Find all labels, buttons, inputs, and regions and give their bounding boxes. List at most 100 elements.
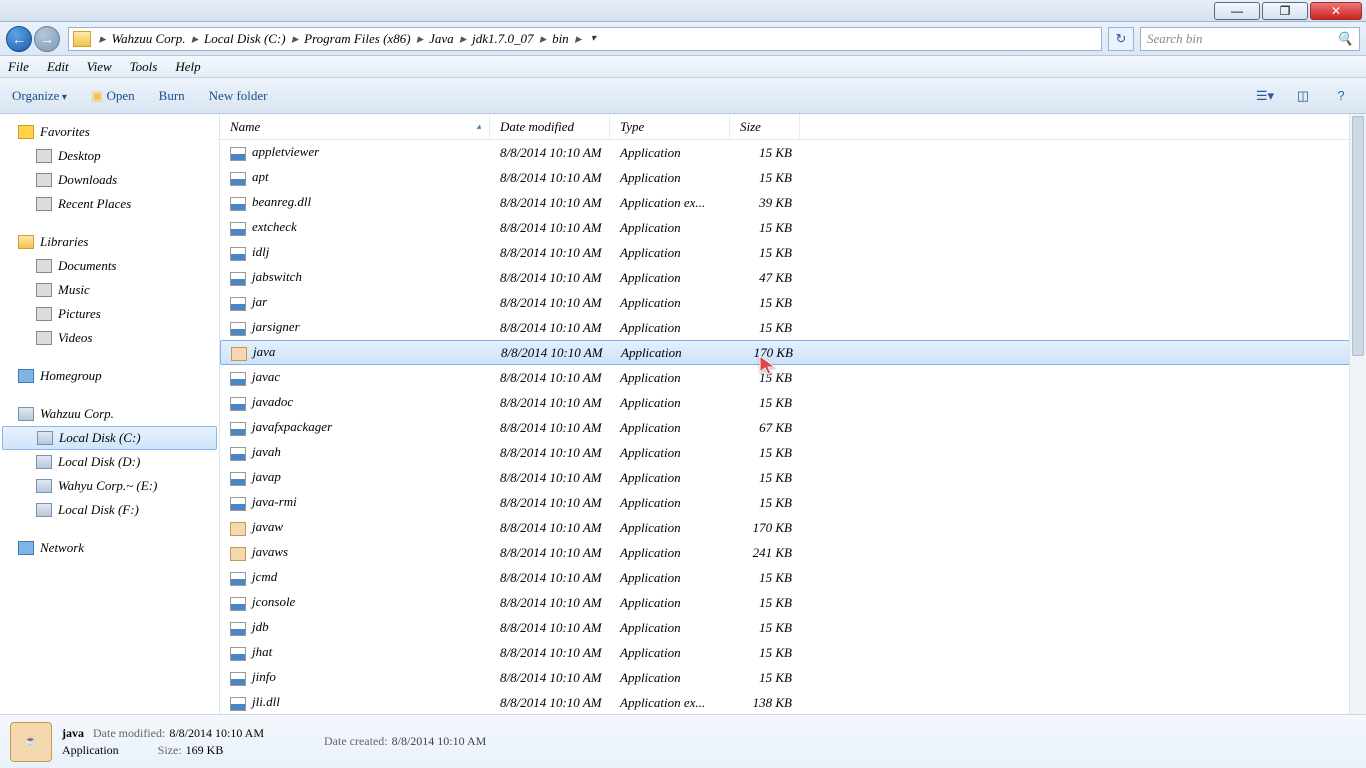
scrollbar-thumb[interactable]: [1352, 116, 1364, 356]
file-date: 8/8/2014 10:10 AM: [490, 670, 610, 686]
chevron-right-icon[interactable]: ▸: [573, 31, 584, 46]
file-row[interactable]: javah8/8/2014 10:10 AMApplication15 KB: [220, 440, 1366, 465]
preview-pane-button[interactable]: ◫: [1290, 86, 1316, 106]
menu-edit[interactable]: Edit: [47, 59, 69, 75]
sidebar-item-drive-e[interactable]: Wahyu Corp.~ (E:): [0, 474, 219, 498]
new-folder-button[interactable]: New folder: [209, 88, 268, 104]
sidebar-item-drive-c[interactable]: Local Disk (C:): [2, 426, 217, 450]
breadcrumb-dropdown[interactable]: ▾: [583, 33, 603, 44]
sidebar-libraries[interactable]: Libraries: [0, 230, 219, 254]
file-date: 8/8/2014 10:10 AM: [490, 545, 610, 561]
close-button[interactable]: ✕: [1310, 2, 1362, 20]
file-row[interactable]: idlj8/8/2014 10:10 AMApplication15 KB: [220, 240, 1366, 265]
titlebar: — ❐ ✕: [0, 0, 1366, 22]
file-size: 138 KB: [730, 695, 800, 711]
file-icon: [230, 147, 246, 161]
help-button[interactable]: ?: [1328, 86, 1354, 106]
sidebar-homegroup[interactable]: Homegroup: [0, 364, 219, 388]
file-type: Application: [610, 495, 730, 511]
forward-button[interactable]: →: [34, 26, 60, 52]
scrollbar[interactable]: [1349, 114, 1366, 714]
sidebar-item-drive-f[interactable]: Local Disk (F:): [0, 498, 219, 522]
sidebar-item-documents[interactable]: Documents: [0, 254, 219, 278]
breadcrumb-segment[interactable]: jdk1.7.0_07: [468, 31, 537, 46]
back-button[interactable]: ←: [6, 26, 32, 52]
network-icon: [18, 541, 34, 555]
search-input[interactable]: Search bin 🔍: [1140, 27, 1360, 51]
file-row[interactable]: jconsole8/8/2014 10:10 AMApplication15 K…: [220, 590, 1366, 615]
sidebar-item-videos[interactable]: Videos: [0, 326, 219, 350]
sidebar-computer[interactable]: Wahzuu Corp.: [0, 402, 219, 426]
open-button[interactable]: ▣ Open: [91, 88, 135, 104]
organize-button[interactable]: Organize: [12, 88, 67, 104]
chevron-right-icon[interactable]: ▸: [189, 31, 200, 46]
file-row[interactable]: jli.dll8/8/2014 10:10 AMApplication ex..…: [220, 690, 1366, 714]
documents-icon: [36, 259, 52, 273]
view-options-button[interactable]: ☰▾: [1252, 86, 1278, 106]
file-row[interactable]: extcheck8/8/2014 10:10 AMApplication15 K…: [220, 215, 1366, 240]
file-row[interactable]: javafxpackager8/8/2014 10:10 AMApplicati…: [220, 415, 1366, 440]
sidebar-favorites[interactable]: Favorites: [0, 120, 219, 144]
file-row[interactable]: jar8/8/2014 10:10 AMApplication15 KB: [220, 290, 1366, 315]
file-row[interactable]: jarsigner8/8/2014 10:10 AMApplication15 …: [220, 315, 1366, 340]
file-icon: [230, 397, 246, 411]
file-row[interactable]: jdb8/8/2014 10:10 AMApplication15 KB: [220, 615, 1366, 640]
file-row[interactable]: java8/8/2014 10:10 AMApplication170 KB: [220, 340, 1366, 365]
breadcrumb[interactable]: ▸ Wahzuu Corp.▸Local Disk (C:)▸Program F…: [68, 27, 1102, 51]
breadcrumb-segment[interactable]: Local Disk (C:): [200, 31, 290, 46]
file-icon: [230, 472, 246, 486]
file-row[interactable]: java-rmi8/8/2014 10:10 AMApplication15 K…: [220, 490, 1366, 515]
menu-view[interactable]: View: [87, 59, 112, 75]
file-date: 8/8/2014 10:10 AM: [490, 420, 610, 436]
file-type: Application: [610, 270, 730, 286]
file-row[interactable]: jhat8/8/2014 10:10 AMApplication15 KB: [220, 640, 1366, 665]
chevron-right-icon[interactable]: ▸: [290, 31, 301, 46]
file-row[interactable]: jabswitch8/8/2014 10:10 AMApplication47 …: [220, 265, 1366, 290]
file-list[interactable]: appletviewer8/8/2014 10:10 AMApplication…: [220, 140, 1366, 714]
menu-help[interactable]: Help: [175, 59, 200, 75]
sidebar-item-desktop[interactable]: Desktop: [0, 144, 219, 168]
file-row[interactable]: javaws8/8/2014 10:10 AMApplication241 KB: [220, 540, 1366, 565]
column-size[interactable]: Size: [730, 114, 800, 139]
file-row[interactable]: beanreg.dll8/8/2014 10:10 AMApplication …: [220, 190, 1366, 215]
burn-button[interactable]: Burn: [159, 88, 185, 104]
sidebar-item-pictures[interactable]: Pictures: [0, 302, 219, 326]
sidebar-item-drive-d[interactable]: Local Disk (D:): [0, 450, 219, 474]
column-date[interactable]: Date modified: [490, 114, 610, 139]
file-row[interactable]: javadoc8/8/2014 10:10 AMApplication15 KB: [220, 390, 1366, 415]
file-type: Application: [610, 595, 730, 611]
file-row[interactable]: javap8/8/2014 10:10 AMApplication15 KB: [220, 465, 1366, 490]
chevron-right-icon[interactable]: ▸: [458, 31, 469, 46]
chevron-right-icon[interactable]: ▸: [538, 31, 549, 46]
maximize-button[interactable]: ❐: [1262, 2, 1308, 20]
file-row[interactable]: javaw8/8/2014 10:10 AMApplication170 KB: [220, 515, 1366, 540]
file-row[interactable]: jcmd8/8/2014 10:10 AMApplication15 KB: [220, 565, 1366, 590]
file-date: 8/8/2014 10:10 AM: [490, 645, 610, 661]
breadcrumb-segment[interactable]: Wahzuu Corp.: [108, 31, 190, 46]
search-icon: 🔍: [1337, 31, 1353, 47]
file-row[interactable]: jinfo8/8/2014 10:10 AMApplication15 KB: [220, 665, 1366, 690]
breadcrumb-segment[interactable]: Program Files (x86): [300, 31, 414, 46]
file-row[interactable]: javac8/8/2014 10:10 AMApplication15 KB: [220, 365, 1366, 390]
file-type: Application: [610, 520, 730, 536]
column-name[interactable]: Name: [220, 114, 490, 139]
file-row[interactable]: apt8/8/2014 10:10 AMApplication15 KB: [220, 165, 1366, 190]
chevron-right-icon[interactable]: ▸: [97, 31, 108, 47]
menu-tools[interactable]: Tools: [130, 59, 158, 75]
file-row[interactable]: appletviewer8/8/2014 10:10 AMApplication…: [220, 140, 1366, 165]
drive-icon: [36, 455, 52, 469]
sidebar-item-downloads[interactable]: Downloads: [0, 168, 219, 192]
column-type[interactable]: Type: [610, 114, 730, 139]
sidebar-network[interactable]: Network: [0, 536, 219, 560]
drive-icon: [36, 479, 52, 493]
minimize-button[interactable]: —: [1214, 2, 1260, 20]
sidebar-item-music[interactable]: Music: [0, 278, 219, 302]
breadcrumb-segment[interactable]: Java: [425, 31, 458, 46]
chevron-right-icon[interactable]: ▸: [415, 31, 426, 46]
file-name: jabswitch: [252, 269, 302, 284]
menu-file[interactable]: File: [8, 59, 29, 75]
breadcrumb-segment[interactable]: bin: [548, 31, 573, 46]
menu-bar: File Edit View Tools Help: [0, 56, 1366, 78]
refresh-button[interactable]: ↻: [1108, 27, 1134, 51]
sidebar-item-recent[interactable]: Recent Places: [0, 192, 219, 216]
